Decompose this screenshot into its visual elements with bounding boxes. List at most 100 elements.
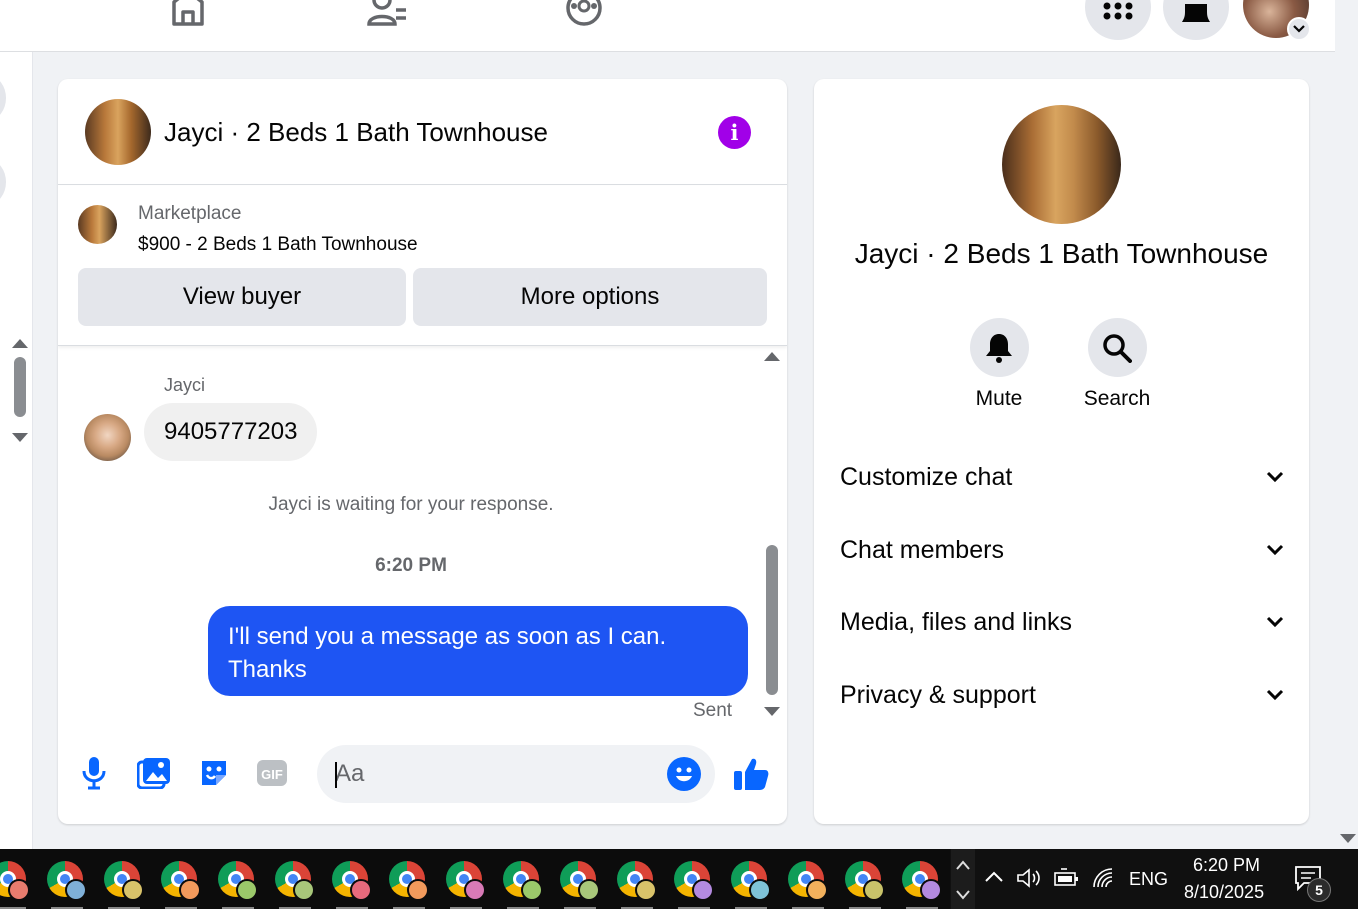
microphone-icon[interactable]: [76, 755, 112, 791]
chrome-window-button[interactable]: [503, 861, 543, 909]
text-cursor: [335, 762, 337, 788]
chrome-window-button[interactable]: [0, 861, 30, 909]
volume-icon[interactable]: [1016, 867, 1042, 894]
mute-button[interactable]: Mute: [959, 318, 1039, 411]
chrome-window-button[interactable]: [218, 861, 258, 909]
conversation-title[interactable]: Jayci · 2 Beds 1 Bath Townhouse: [164, 117, 548, 148]
chrome-window-button[interactable]: [332, 861, 372, 909]
chrome-window-button[interactable]: [788, 861, 828, 909]
bell-icon: [986, 333, 1012, 363]
section-privacy-support[interactable]: Privacy & support: [840, 675, 1284, 715]
profile-avatar-icon: [635, 879, 657, 901]
chrome-window-button[interactable]: [902, 861, 942, 909]
left-sidebar-edge: [0, 52, 33, 849]
chrome-window-button[interactable]: [446, 861, 486, 909]
taskbar-scroll[interactable]: [951, 849, 975, 909]
clock-date[interactable]: 8/10/2025: [1184, 882, 1264, 903]
menu-grid-button[interactable]: [1085, 0, 1151, 40]
chrome-window-button[interactable]: [275, 861, 315, 909]
chrome-window-button[interactable]: [617, 861, 657, 909]
thread-scroll-down-arrow[interactable]: [764, 707, 780, 716]
thumbs-up-icon[interactable]: [732, 755, 770, 793]
profile-avatar-icon: [179, 879, 201, 901]
notifications-button[interactable]: [1163, 0, 1229, 40]
chrome-window-button[interactable]: [674, 861, 714, 909]
bell-icon: [1182, 4, 1210, 22]
profile-avatar-icon: [122, 879, 144, 901]
left-sidebar-shortcut[interactable]: [0, 76, 6, 120]
profile-avatar-icon: [863, 879, 885, 901]
section-media-files-links[interactable]: Media, files and links: [840, 602, 1284, 642]
section-label: Chat members: [840, 535, 1004, 564]
details-avatar[interactable]: [1002, 105, 1121, 224]
outgoing-message[interactable]: I'll send you a message as soon as I can…: [208, 606, 748, 696]
sticker-icon[interactable]: [196, 755, 232, 791]
message-input-container[interactable]: [317, 745, 715, 803]
sender-avatar[interactable]: [84, 414, 131, 461]
chrome-window-button[interactable]: [731, 861, 771, 909]
profile-avatar-icon: [236, 879, 258, 901]
chat-details-panel: Jayci · 2 Beds 1 Bath Townhouse Mute Sea…: [814, 79, 1309, 824]
chrome-window-button[interactable]: [47, 861, 87, 909]
info-icon[interactable]: i: [718, 116, 751, 149]
photo-icon[interactable]: [136, 755, 172, 791]
mute-label: Mute: [975, 387, 1023, 410]
search-icon: [1103, 333, 1132, 363]
profile-avatar-icon: [920, 879, 942, 901]
search-label: Search: [1083, 387, 1151, 410]
chevron-down-icon: [1266, 689, 1284, 701]
incoming-message[interactable]: 9405777203: [144, 403, 318, 461]
windows-taskbar: ENG 6:20 PM 8/10/2025 5: [0, 849, 1358, 909]
home-icon[interactable]: [168, 0, 208, 28]
section-label: Privacy & support: [840, 680, 1036, 709]
listing-thumbnail[interactable]: [78, 205, 117, 244]
section-customize-chat[interactable]: Customize chat: [840, 457, 1284, 497]
view-buyer-button[interactable]: View buyer: [78, 268, 406, 326]
marketplace-listing: Marketplace $900 - 2 Beds 1 Bath Townhou…: [58, 186, 787, 346]
chrome-window-button[interactable]: [845, 861, 885, 909]
listing-source: Marketplace: [138, 203, 242, 224]
top-navigation-bar: [0, 0, 1335, 52]
chrome-window-button[interactable]: [104, 861, 144, 909]
section-label: Media, files and links: [840, 607, 1073, 636]
groups-icon[interactable]: [564, 0, 604, 28]
scroll-down-arrow[interactable]: [12, 433, 28, 442]
more-options-button[interactable]: More options: [413, 268, 767, 326]
section-label: Customize chat: [840, 462, 1013, 491]
svg-text:GIF: GIF: [261, 767, 283, 782]
chat-window: Jayci · 2 Beds 1 Bath Townhouse i Market…: [58, 79, 787, 824]
profile-avatar-icon: [293, 879, 315, 901]
grid-icon: [1103, 2, 1133, 20]
conversation-avatar[interactable]: [85, 99, 151, 165]
left-sidebar-shortcut[interactable]: [0, 160, 6, 204]
tray-overflow-chevron-icon[interactable]: [984, 869, 1004, 888]
message-timestamp: 6:20 PM: [375, 555, 447, 576]
battery-icon[interactable]: [1053, 868, 1079, 893]
chrome-window-button[interactable]: [560, 861, 600, 909]
message-thread: Jayci 9405777203 Jayci is waiting for yo…: [58, 347, 787, 729]
message-input[interactable]: [335, 754, 655, 794]
thread-scrollbar-thumb[interactable]: [766, 545, 778, 695]
chrome-window-button[interactable]: [161, 861, 201, 909]
listing-title[interactable]: $900 - 2 Beds 1 Bath Townhouse: [138, 234, 418, 256]
account-menu-chevron[interactable]: [1287, 17, 1311, 41]
profile-avatar-icon: [65, 879, 87, 901]
left-scrollbar-thumb[interactable]: [14, 357, 26, 417]
profile-avatar-icon: [692, 879, 714, 901]
search-button[interactable]: Search: [1077, 318, 1157, 411]
chevron-down-icon: [1266, 544, 1284, 556]
language-indicator[interactable]: ENG: [1129, 869, 1168, 890]
profile-avatar-icon: [578, 879, 600, 901]
chrome-window-button[interactable]: [389, 861, 429, 909]
waiting-notice: Jayci is waiting for your response.: [268, 494, 554, 515]
thread-scroll-up-arrow[interactable]: [764, 352, 780, 361]
section-chat-members[interactable]: Chat members: [840, 530, 1284, 570]
emoji-icon[interactable]: [667, 757, 701, 791]
gif-icon[interactable]: GIF: [254, 755, 290, 791]
scroll-up-arrow[interactable]: [12, 339, 28, 348]
profile-avatar-icon: [806, 879, 828, 901]
clock-time[interactable]: 6:20 PM: [1193, 855, 1260, 876]
friends-icon[interactable]: [366, 0, 406, 28]
page-scroll-down-arrow[interactable]: [1340, 834, 1356, 843]
wifi-icon[interactable]: [1091, 867, 1117, 894]
